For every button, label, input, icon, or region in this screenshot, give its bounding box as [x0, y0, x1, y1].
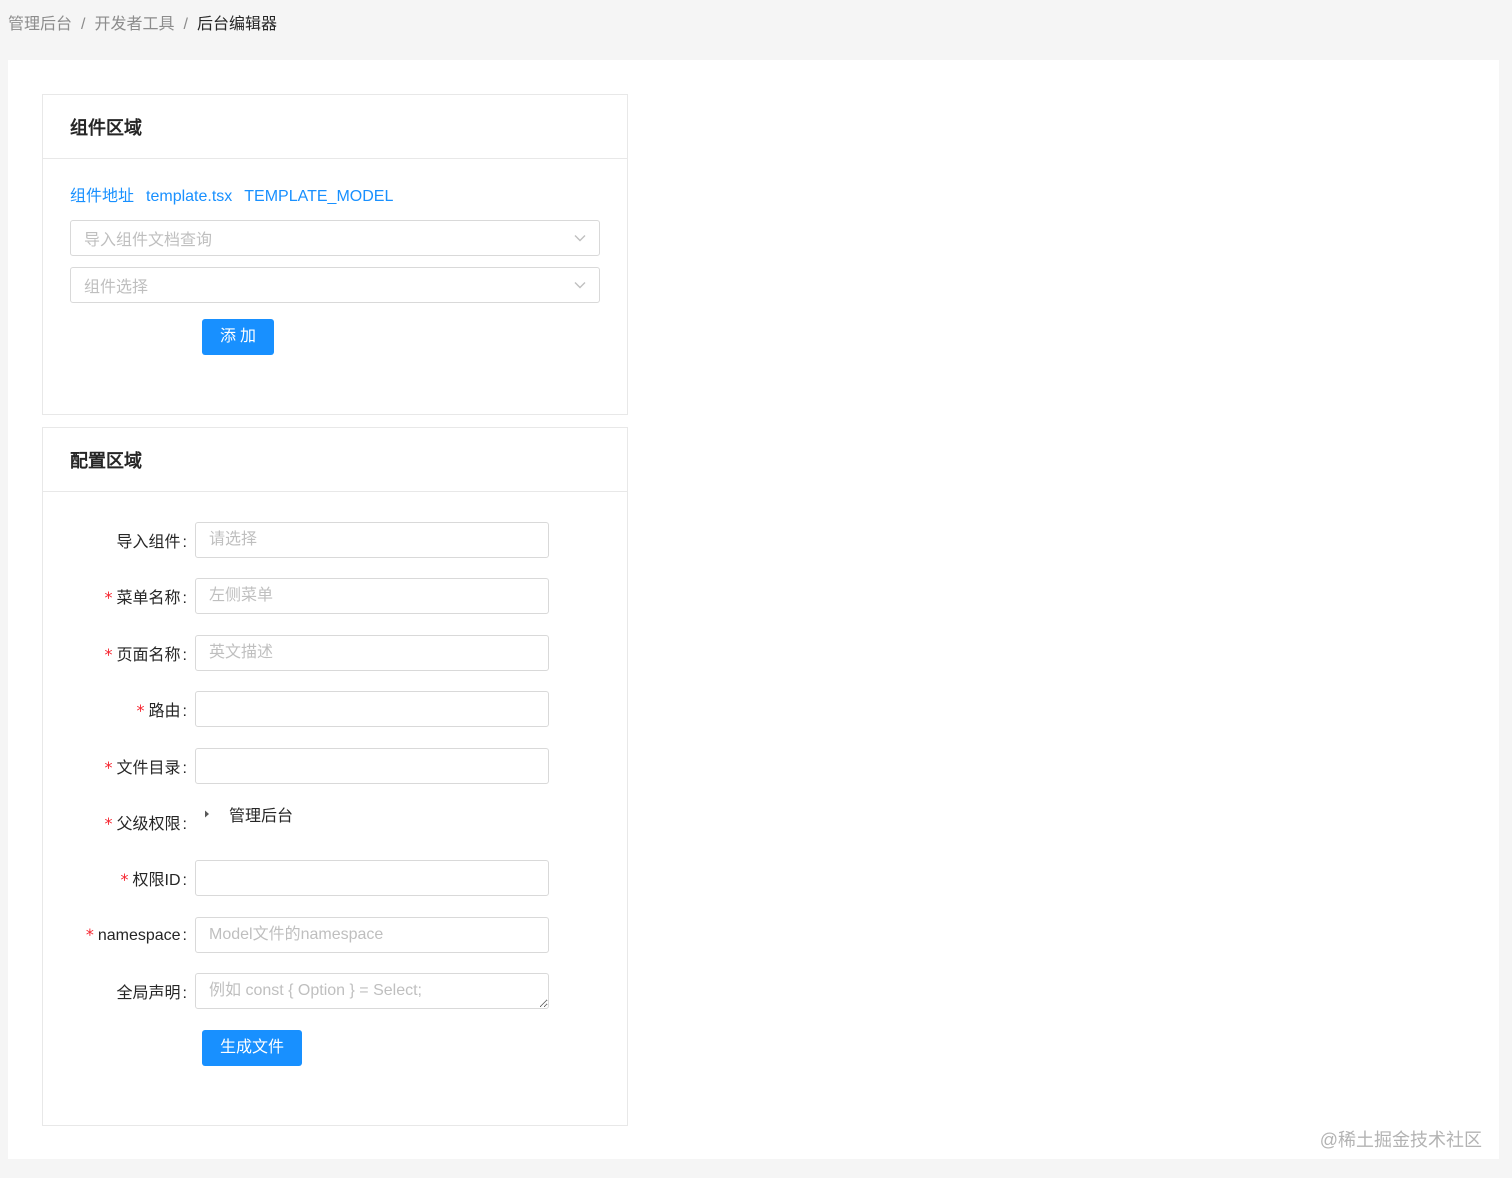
watermark: @稀土掘金技术社区	[1319, 1130, 1482, 1150]
form-row-parent-permission: * 父级权限: 管理后台	[43, 804, 629, 840]
form-row-global-declare: 全局声明:	[43, 973, 629, 1009]
page-name-label: * 页面名称:	[104, 645, 187, 664]
breadcrumb-item-dev-tools[interactable]: 开发者工具	[94, 14, 174, 36]
menu-name-input[interactable]	[195, 578, 549, 614]
component-select-placeholder: 组件选择	[84, 279, 149, 296]
form-row-permission-id: * 权限ID:	[43, 860, 629, 896]
required-mark: *	[85, 925, 94, 944]
global-declare-textarea[interactable]	[195, 973, 549, 1009]
route-input[interactable]	[195, 691, 549, 727]
doc-query-select[interactable]: 导入组件文档查询	[70, 220, 600, 256]
form-row-file-dir: * 文件目录:	[43, 748, 629, 784]
caret-right-icon[interactable]	[199, 806, 215, 822]
namespace-label: * namespace:	[85, 925, 187, 944]
global-declare-label: 全局声明:	[116, 985, 187, 1002]
form-row-namespace: * namespace:	[43, 917, 629, 953]
component-card-title: 组件区域	[43, 95, 627, 159]
required-mark: *	[104, 758, 113, 777]
chevron-down-icon	[573, 278, 587, 292]
form-row-page-name: * 页面名称:	[43, 635, 629, 671]
breadcrumb-separator: /	[183, 16, 188, 33]
required-mark: *	[120, 870, 129, 889]
template-model-link[interactable]: TEMPLATE_MODEL	[244, 187, 393, 207]
required-mark: *	[136, 701, 145, 720]
main-content: 组件区域 组件地址 template.tsx TEMPLATE_MODEL 导入…	[8, 60, 1499, 1159]
config-card-title: 配置区域	[43, 428, 627, 492]
tree-node-admin[interactable]: 管理后台	[229, 802, 293, 826]
doc-query-select-placeholder: 导入组件文档查询	[84, 232, 213, 249]
permission-id-input[interactable]	[195, 860, 549, 896]
chevron-down-icon	[573, 231, 587, 245]
file-dir-input[interactable]	[195, 748, 549, 784]
route-label: * 路由:	[136, 701, 187, 720]
page-name-input[interactable]	[195, 635, 549, 671]
breadcrumb-item-admin[interactable]: 管理后台	[8, 14, 72, 36]
menu-name-label: * 菜单名称:	[104, 588, 187, 607]
add-button[interactable]: 添加	[202, 319, 274, 355]
form-row-menu-name: * 菜单名称:	[43, 578, 629, 614]
permission-id-label: * 权限ID:	[120, 870, 187, 889]
parent-permission-label: * 父级权限:	[104, 814, 187, 833]
component-select[interactable]: 组件选择	[70, 267, 600, 303]
component-links: 组件地址 template.tsx TEMPLATE_MODEL	[70, 187, 393, 207]
template-file-link[interactable]: template.tsx	[146, 187, 232, 207]
import-component-input[interactable]	[195, 522, 549, 558]
config-card: 配置区域 导入组件: *菜单名称: *页面名称: *路由: *文件目录: *父级…	[42, 427, 628, 1126]
component-card: 组件区域 组件地址 template.tsx TEMPLATE_MODEL 导入…	[42, 94, 628, 415]
required-mark: *	[104, 645, 113, 664]
breadcrumb: 管理后台 / 开发者工具 / 后台编辑器	[8, 14, 277, 36]
import-component-label: 导入组件:	[116, 534, 187, 551]
required-mark: *	[104, 814, 113, 833]
namespace-input[interactable]	[195, 917, 549, 953]
breadcrumb-item-editor: 后台编辑器	[196, 16, 277, 33]
form-row-route: * 路由:	[43, 691, 629, 727]
file-dir-label: * 文件目录:	[104, 758, 187, 777]
breadcrumb-separator: /	[81, 16, 86, 33]
generate-file-button[interactable]: 生成文件	[202, 1030, 302, 1066]
component-address-link[interactable]: 组件地址	[70, 187, 134, 207]
parent-permission-tree: 管理后台	[195, 802, 293, 826]
form-row-import-component: 导入组件:	[43, 522, 629, 558]
required-mark: *	[104, 588, 113, 607]
